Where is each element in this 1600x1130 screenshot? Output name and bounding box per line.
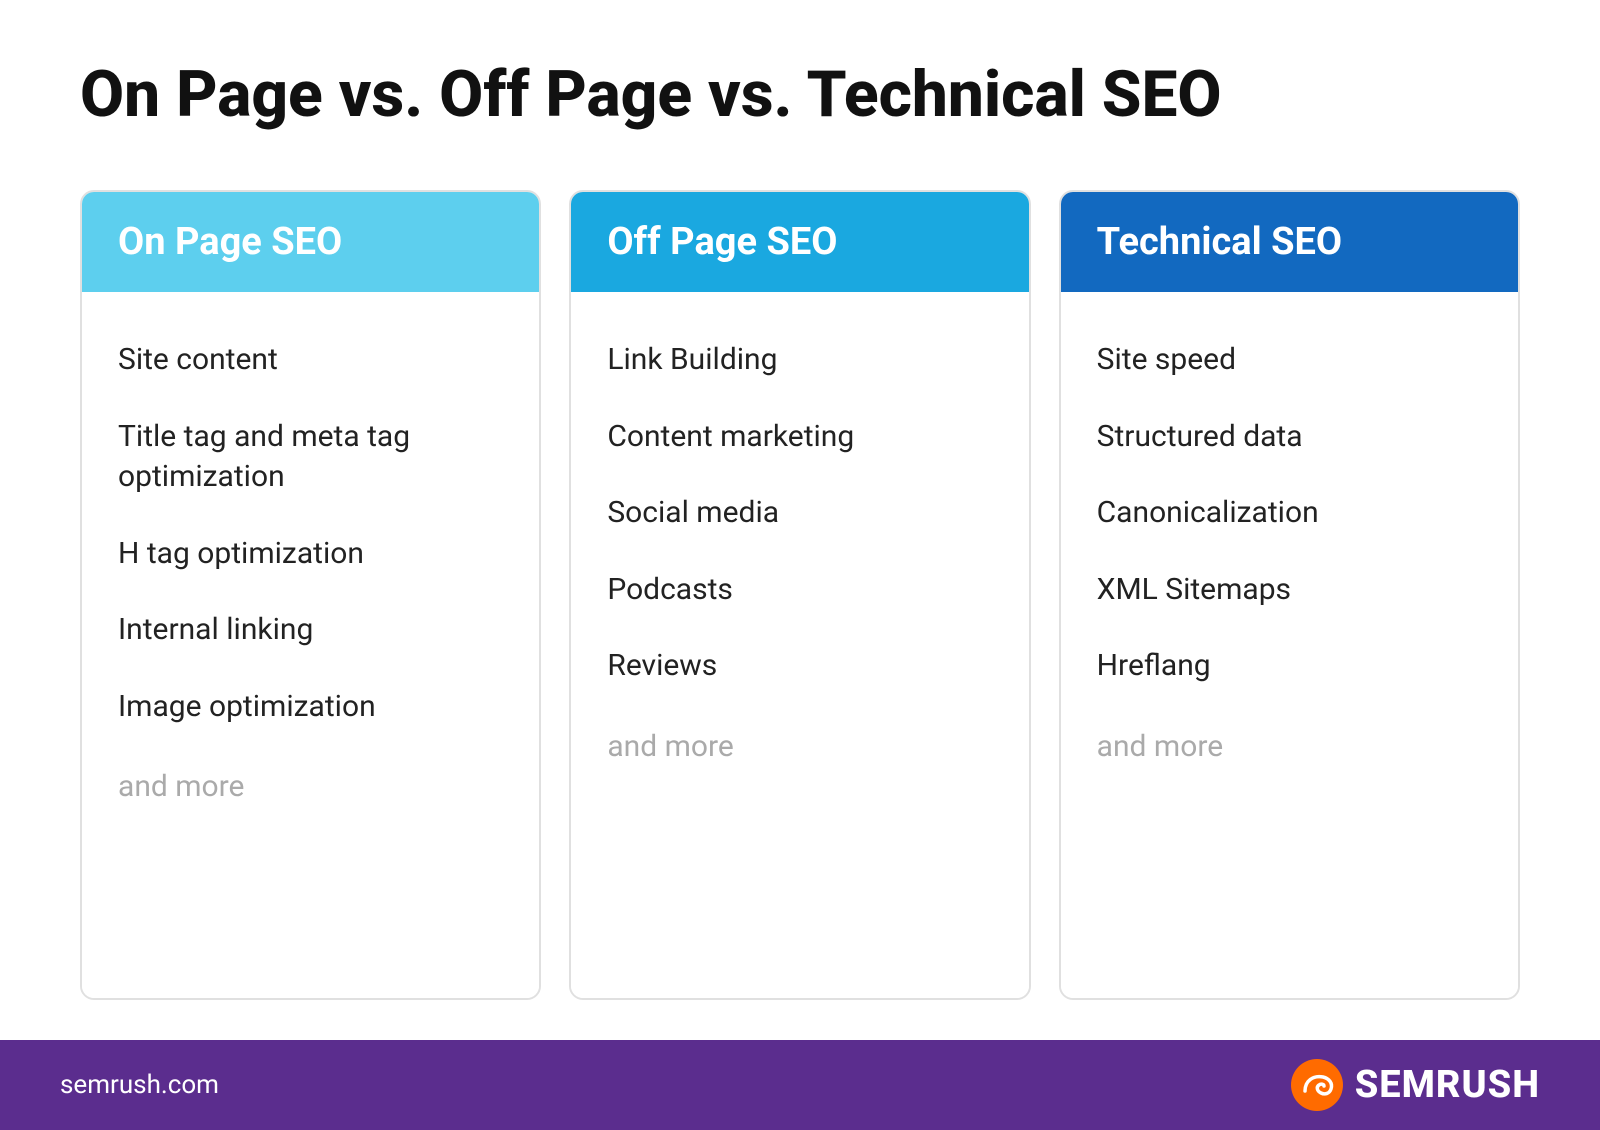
on-page-item-4: Internal linking bbox=[118, 592, 503, 669]
footer-url: semrush.com bbox=[60, 1070, 219, 1100]
technical-item-1: Site speed bbox=[1097, 322, 1482, 399]
page-title: On Page vs. Off Page vs. Technical SEO bbox=[80, 60, 1520, 130]
on-page-item-1: Site content bbox=[118, 322, 503, 399]
off-page-item-4: Podcasts bbox=[607, 552, 992, 629]
on-page-header: On Page SEO bbox=[82, 192, 539, 292]
technical-item-3: Canonicalization bbox=[1097, 475, 1482, 552]
main-content: On Page vs. Off Page vs. Technical SEO O… bbox=[0, 0, 1600, 1040]
on-page-body: Site content Title tag and meta tag opti… bbox=[82, 292, 539, 998]
on-page-item-5: Image optimization bbox=[118, 669, 503, 746]
technical-item-4: XML Sitemaps bbox=[1097, 552, 1482, 629]
off-page-body: Link Building Content marketing Social m… bbox=[571, 292, 1028, 998]
off-page-item-1: Link Building bbox=[607, 322, 992, 399]
on-page-and-more: and more bbox=[118, 749, 503, 826]
off-page-item-2: Content marketing bbox=[607, 399, 992, 476]
semrush-brand-text: SEMRUSH bbox=[1355, 1063, 1540, 1107]
footer: semrush.com SEMRUSH bbox=[0, 1040, 1600, 1130]
off-page-column: Off Page SEO Link Building Content marke… bbox=[569, 190, 1030, 1000]
off-page-item-3: Social media bbox=[607, 475, 992, 552]
off-page-item-5: Reviews bbox=[607, 628, 992, 705]
columns-wrapper: On Page SEO Site content Title tag and m… bbox=[80, 190, 1520, 1000]
technical-item-2: Structured data bbox=[1097, 399, 1482, 476]
semrush-icon bbox=[1291, 1059, 1343, 1111]
on-page-item-3: H tag optimization bbox=[118, 516, 503, 593]
technical-header: Technical SEO bbox=[1061, 192, 1518, 292]
on-page-item-2: Title tag and meta tag optimization bbox=[118, 399, 503, 516]
on-page-column: On Page SEO Site content Title tag and m… bbox=[80, 190, 541, 1000]
off-page-header: Off Page SEO bbox=[571, 192, 1028, 292]
off-page-and-more: and more bbox=[607, 709, 992, 786]
semrush-logo: SEMRUSH bbox=[1291, 1059, 1540, 1111]
technical-column: Technical SEO Site speed Structured data… bbox=[1059, 190, 1520, 1000]
technical-item-5: Hreflang bbox=[1097, 628, 1482, 705]
technical-and-more: and more bbox=[1097, 709, 1482, 786]
technical-body: Site speed Structured data Canonicalizat… bbox=[1061, 292, 1518, 998]
